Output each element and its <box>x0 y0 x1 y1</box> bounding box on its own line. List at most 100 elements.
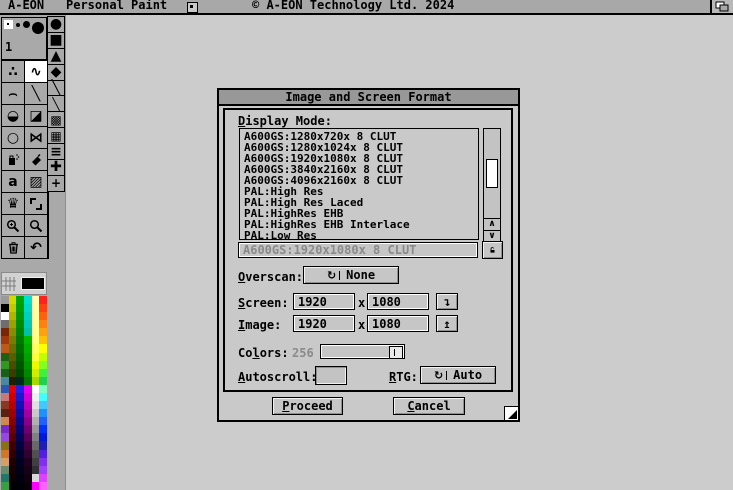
palette-swatch[interactable] <box>1 450 9 458</box>
palette-swatch[interactable] <box>39 385 47 393</box>
palette-swatch[interactable] <box>32 320 40 328</box>
palette-swatch[interactable] <box>16 482 24 490</box>
palette-swatch[interactable] <box>16 369 24 377</box>
palette-swatch[interactable] <box>24 328 32 336</box>
palette-swatch[interactable] <box>1 296 9 304</box>
palette-swatch[interactable] <box>9 304 17 312</box>
lock-button[interactable] <box>482 241 503 259</box>
display-mode-list[interactable]: A600GS:1280x720x 8 CLUTA600GS:1280x1024x… <box>239 128 479 240</box>
palette-swatch[interactable] <box>16 304 24 312</box>
palette-swatch[interactable] <box>24 320 32 328</box>
palette-swatch[interactable] <box>9 425 17 433</box>
palette-swatch[interactable] <box>9 409 17 417</box>
palette-swatch[interactable] <box>16 312 24 320</box>
mode-item[interactable]: PAL:Low Res <box>240 230 478 240</box>
palette-swatch[interactable] <box>39 401 47 409</box>
brush-size-dot-icon[interactable] <box>32 22 44 34</box>
text-tool[interactable]: a <box>2 171 24 192</box>
cancel-button[interactable]: Cancel <box>393 397 465 415</box>
palette-swatch[interactable] <box>9 450 17 458</box>
ellipse-outline-tool[interactable]: ○ <box>2 127 24 148</box>
brush-size-selected[interactable] <box>4 20 13 29</box>
palette-swatch[interactable] <box>39 377 47 385</box>
palette-swatch[interactable] <box>32 344 40 352</box>
brush-size-dot-icon[interactable] <box>16 23 20 27</box>
current-color-indicator[interactable] <box>1 272 47 295</box>
palette-swatch[interactable] <box>32 433 40 441</box>
palette-swatch[interactable] <box>9 393 17 401</box>
dialog-resize-handle[interactable] <box>504 406 518 420</box>
palette-swatch[interactable] <box>9 328 17 336</box>
palette-swatch[interactable] <box>39 474 47 482</box>
triangle-brush[interactable]: ▲ <box>48 49 64 64</box>
palette-swatch[interactable] <box>1 458 9 466</box>
screen-height-input[interactable] <box>367 293 429 310</box>
palette-swatch[interactable] <box>1 425 9 433</box>
palette-swatch[interactable] <box>9 401 17 409</box>
palette-swatch[interactable] <box>39 441 47 449</box>
brush-size-dot-icon[interactable] <box>23 21 30 28</box>
line-tool[interactable]: ╲ <box>25 83 47 104</box>
overscan-cycle-button[interactable]: ↻ None <box>303 266 399 284</box>
define-brush-tool[interactable] <box>25 193 47 214</box>
round-brush[interactable]: ● <box>48 17 64 32</box>
palette-swatch[interactable] <box>39 328 47 336</box>
palette-swatch[interactable] <box>39 344 47 352</box>
palette-swatch[interactable] <box>32 312 40 320</box>
palette-swatch[interactable] <box>24 425 32 433</box>
palette-swatch[interactable] <box>24 474 32 482</box>
palette-swatch[interactable] <box>24 433 32 441</box>
palette-swatch[interactable] <box>32 425 40 433</box>
palette-swatch[interactable] <box>39 393 47 401</box>
palette-swatch[interactable] <box>32 482 40 490</box>
palette-swatch[interactable] <box>16 433 24 441</box>
palette-swatch[interactable] <box>24 312 32 320</box>
palette-swatch[interactable] <box>16 377 24 385</box>
palette-swatch[interactable] <box>16 393 24 401</box>
palette-swatch[interactable] <box>24 377 32 385</box>
palette-swatch[interactable] <box>1 401 9 409</box>
palette-swatch[interactable] <box>16 328 24 336</box>
palette-swatch[interactable] <box>1 336 9 344</box>
palette-swatch[interactable] <box>24 296 32 304</box>
diamond-brush[interactable]: ◆ <box>48 65 64 80</box>
palette-swatch[interactable] <box>9 482 17 490</box>
palette-swatch[interactable] <box>16 458 24 466</box>
palette-swatch[interactable] <box>9 474 17 482</box>
palette-swatch[interactable] <box>9 312 17 320</box>
copy-image-to-screen-button[interactable]: ↥ <box>436 315 458 332</box>
thin-cross-brush[interactable]: + <box>48 176 64 191</box>
palette-swatch[interactable] <box>32 417 40 425</box>
filled-rectangle-tool[interactable]: ◪ <box>25 105 47 126</box>
palette-swatch[interactable] <box>16 336 24 344</box>
palette-swatch[interactable] <box>24 441 32 449</box>
palette-swatch[interactable] <box>32 409 40 417</box>
hlines-pattern[interactable]: ≡ <box>48 144 64 159</box>
palette-swatch[interactable] <box>39 361 47 369</box>
palette-swatch[interactable] <box>24 482 32 490</box>
palette-swatch[interactable] <box>39 369 47 377</box>
palette-swatch[interactable] <box>16 466 24 474</box>
square-brush[interactable]: ■ <box>48 33 64 48</box>
polygon-tool[interactable]: ⋈ <box>25 127 47 148</box>
palette-swatch[interactable] <box>1 433 9 441</box>
curve-tool[interactable]: ⌢ <box>2 83 24 104</box>
palette-swatch[interactable] <box>24 401 32 409</box>
palette-swatch[interactable] <box>9 353 17 361</box>
palette-swatch[interactable] <box>39 450 47 458</box>
palette-swatch[interactable] <box>24 450 32 458</box>
palette-swatch[interactable] <box>32 441 40 449</box>
filled-ellipse-tool[interactable]: ◒ <box>2 105 24 126</box>
magnify-tool[interactable] <box>2 215 24 236</box>
palette-swatch[interactable] <box>1 393 9 401</box>
palette-swatch[interactable] <box>32 385 40 393</box>
scrollbar-thumb[interactable] <box>486 159 498 188</box>
palette-swatch[interactable] <box>24 417 32 425</box>
palette-swatch[interactable] <box>9 344 17 352</box>
palette-swatch[interactable] <box>39 304 47 312</box>
palette-swatch[interactable] <box>39 482 47 490</box>
thin-diagonal-brush[interactable]: ╲ <box>48 96 64 111</box>
palette-swatch[interactable] <box>32 353 40 361</box>
scrollbar-track[interactable] <box>483 128 501 219</box>
palette-swatch[interactable] <box>9 433 17 441</box>
